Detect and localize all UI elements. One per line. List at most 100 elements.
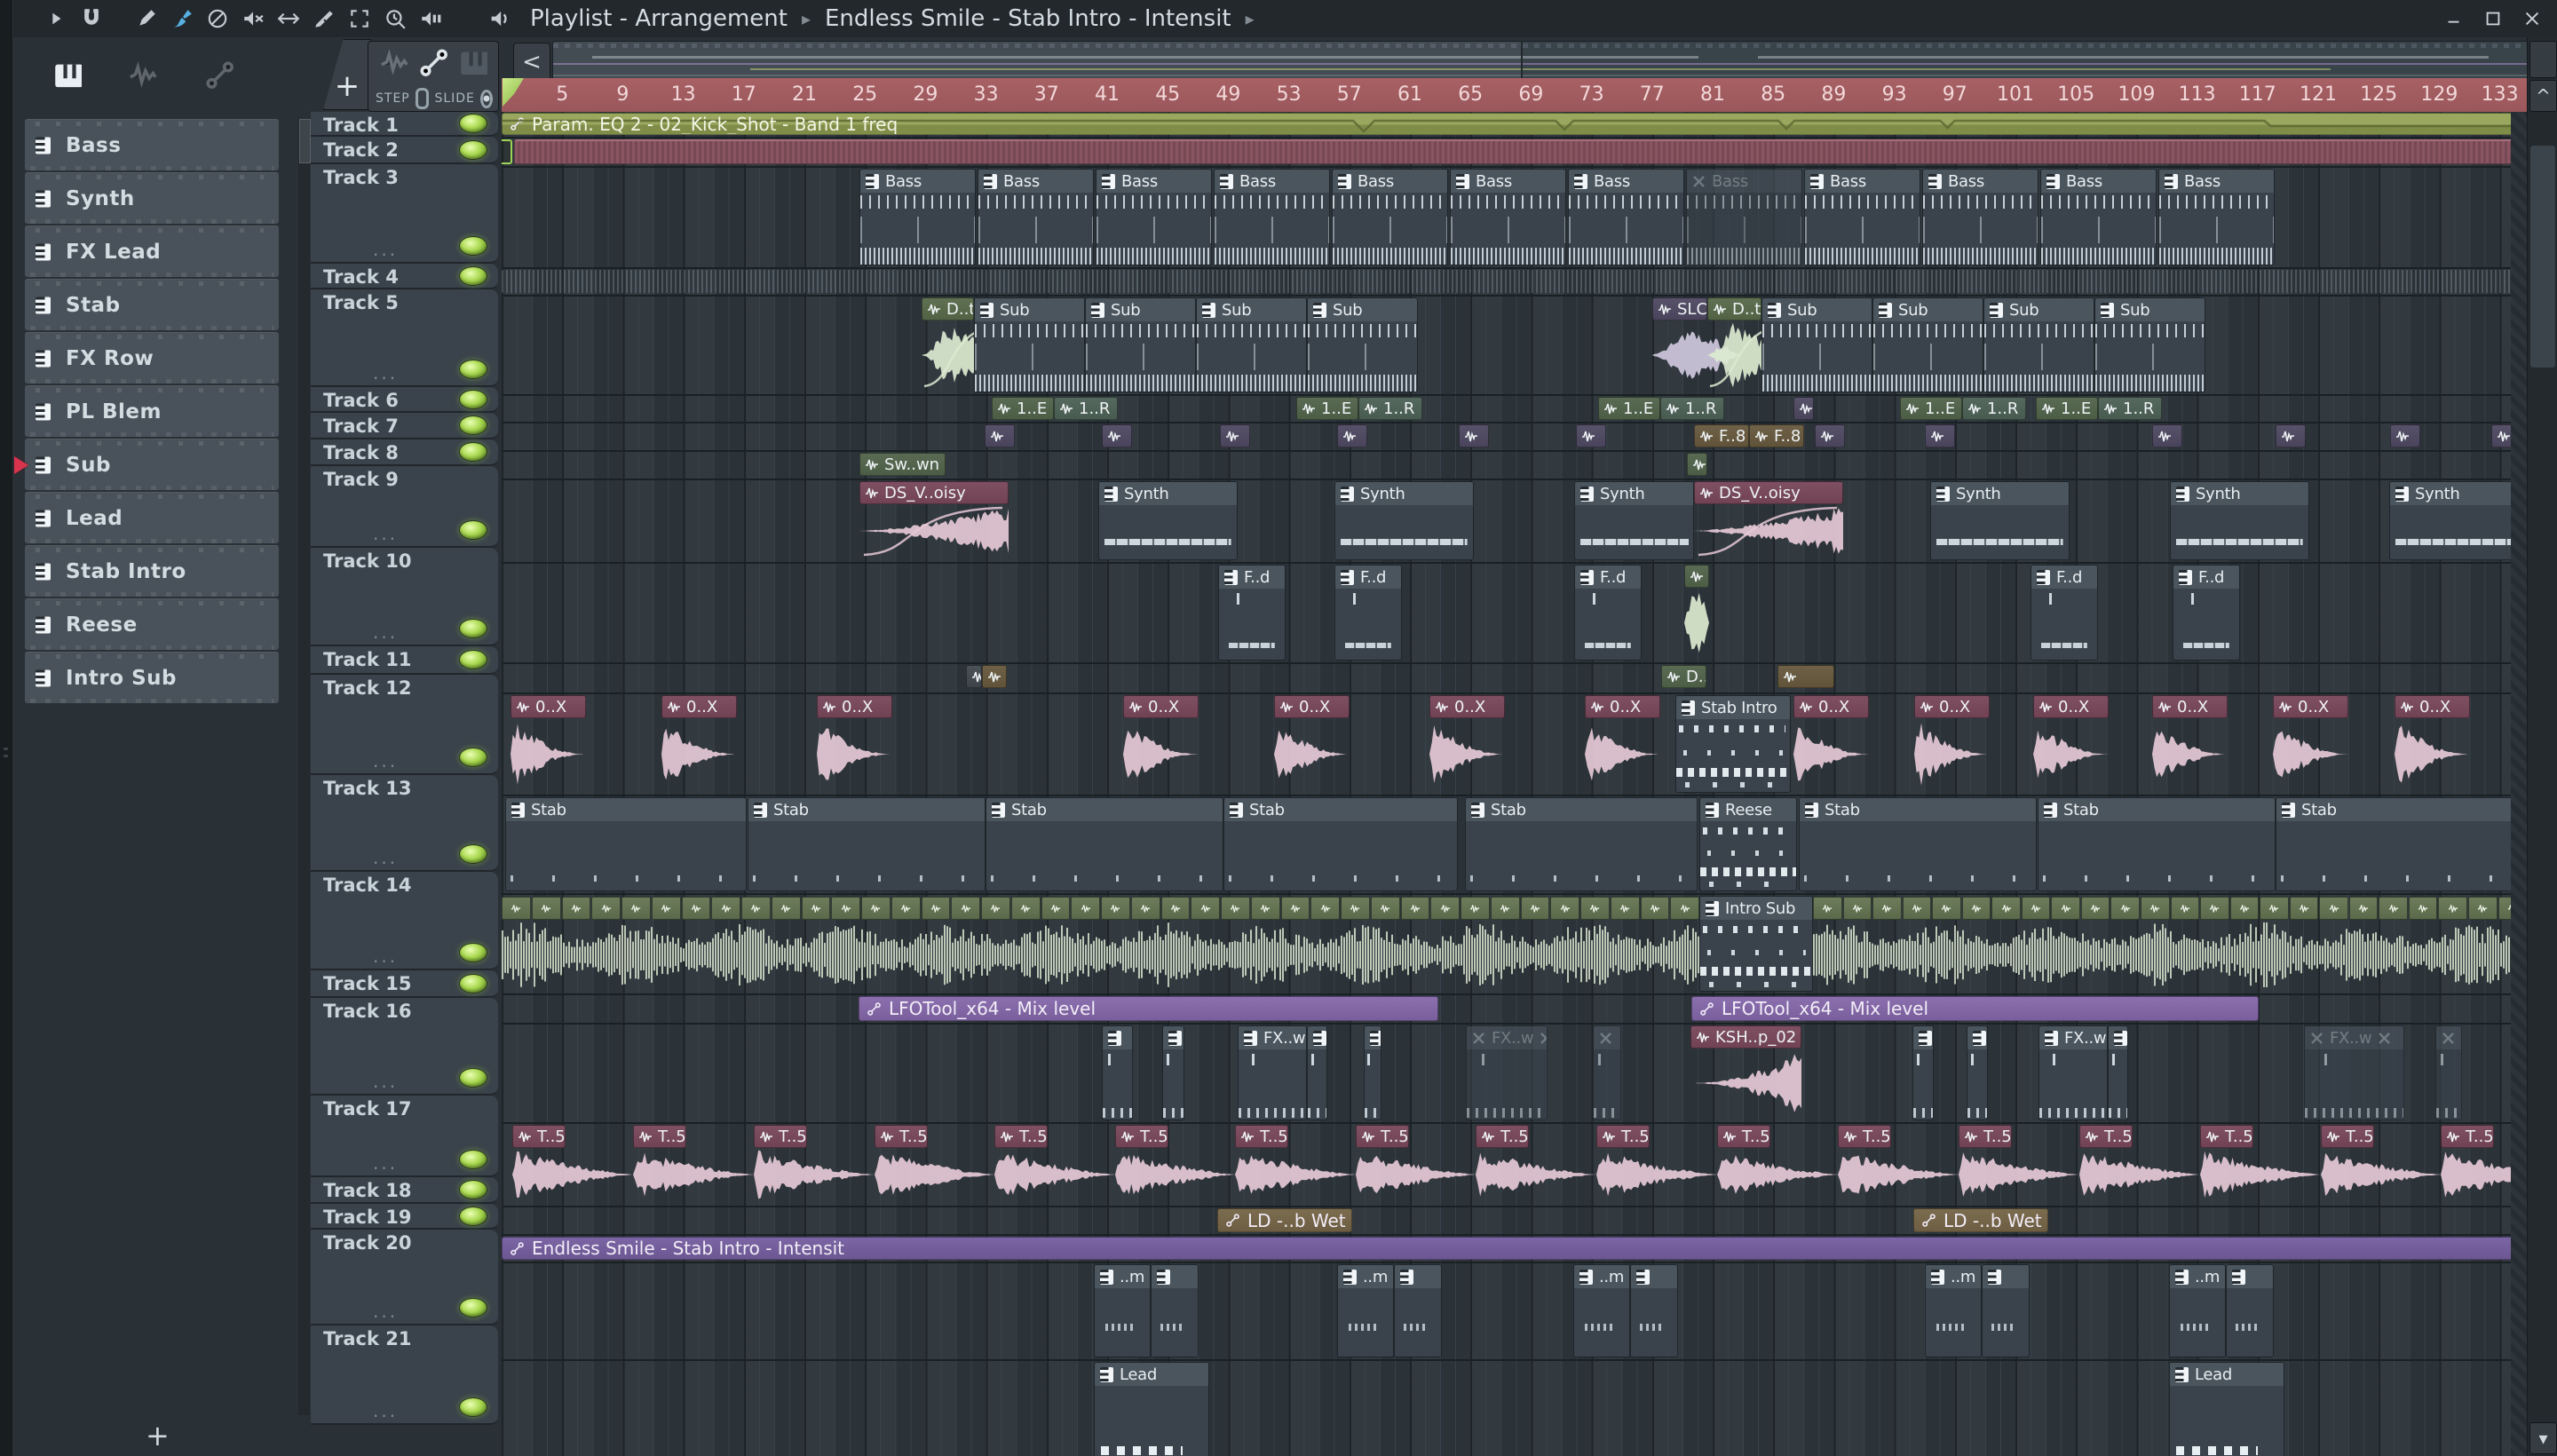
track-header-track-8[interactable]: Track 8: [311, 439, 498, 466]
track-mute-led[interactable]: [459, 265, 487, 286]
audio-cell[interactable]: [1010, 897, 1041, 920]
audio-cell[interactable]: [771, 897, 801, 920]
scroll-back-button[interactable]: <: [513, 43, 550, 82]
track-mute-led[interactable]: [459, 114, 487, 133]
clip-0-x[interactable]: 0..X: [2395, 695, 2470, 793]
vertical-scrollbar[interactable]: ^ ▾: [2527, 37, 2557, 1456]
picker-item-lead[interactable]: Lead: [25, 492, 279, 543]
audio-cell[interactable]: [1280, 897, 1310, 920]
clip-ld-b-wet[interactable]: LD -..b Wet: [1913, 1208, 2048, 1232]
clip-aud[interactable]: [1777, 665, 1834, 691]
audio-cell[interactable]: [1580, 897, 1610, 920]
clip-t-5[interactable]: T..5: [1356, 1125, 1476, 1204]
track-lane-7[interactable]: F..8 F..8: [502, 423, 2527, 452]
picker-item-fx-lead[interactable]: FX Lead: [25, 226, 279, 277]
picker-item-sub[interactable]: Sub: [14, 439, 279, 490]
track-header-track-1[interactable]: Track 1: [311, 112, 498, 137]
audio-cell[interactable]: [621, 897, 651, 920]
clip-reese[interactable]: Reese: [1699, 797, 1797, 891]
clip-lfotool-x64-mix-level[interactable]: LFOTool_x64 - Mix level: [1691, 996, 2259, 1021]
clip-aud[interactable]: [985, 424, 1015, 448]
clip-1-r[interactable]: 1..R: [1660, 397, 1724, 420]
audio-cell[interactable]: [861, 897, 891, 920]
clip-bass[interactable]: Bass: [1214, 169, 1330, 265]
track-header-track-18[interactable]: Track 18: [311, 1177, 498, 1204]
clip-d-[interactable]: D..: [1661, 665, 1706, 691]
clip-0-x[interactable]: 0..X: [1793, 695, 1869, 793]
playback-start-flag[interactable]: [503, 78, 524, 107]
clip-fx-w[interactable]: FX..w: [1238, 1025, 1307, 1120]
clip-bass[interactable]: Bass: [1332, 169, 1448, 265]
track-options-dots[interactable]: ...: [373, 239, 398, 260]
clip-bass[interactable]: Bass: [1096, 169, 1212, 265]
clip-cells[interactable]: [1813, 896, 2527, 992]
clip-ds-v-oisy[interactable]: DS_V..oisy: [859, 481, 1009, 560]
track-lane-16[interactable]: FX..w FX..w KSH..p_02 FX..w FX..w: [502, 1025, 2527, 1124]
audio-cell[interactable]: [1430, 897, 1460, 920]
clip-ksh-p-02[interactable]: KSH..p_02: [1690, 1025, 1801, 1120]
playlist-grid[interactable]: Param. EQ 2 - 02_Kick_Shot - Band 1 freq…: [502, 112, 2527, 1456]
clip-sub[interactable]: Sub: [974, 297, 1085, 392]
clip-sub[interactable]: Sub: [1872, 297, 1983, 392]
clip-bass[interactable]: Bass: [1450, 169, 1566, 265]
clip-0-x[interactable]: 0..X: [2273, 695, 2348, 793]
track-header-track-9[interactable]: Track 9 ...: [311, 466, 498, 548]
clip-bass[interactable]: Bass: [1804, 169, 1920, 265]
track-lane-13[interactable]: Stab Stab Stab Stab Stab Reese Stab Stab Stab: [502, 796, 2527, 895]
track-lane-19[interactable]: Endless Smile - Stab Intro - Intensit: [502, 1236, 2527, 1263]
track-lane-6[interactable]: 1..E 1..R 1..E 1..R 1..E 1..R 1..E 1..R 1..E 1..R: [502, 396, 2527, 423]
track-mute-led[interactable]: [459, 1397, 487, 1417]
clip-synth[interactable]: Synth: [1930, 481, 2070, 560]
clip-1-e[interactable]: 1..E: [1296, 397, 1358, 420]
clip-stripe4[interactable]: [502, 270, 2527, 293]
clip-1-r[interactable]: 1..R: [2098, 397, 2162, 420]
clip-aud[interactable]: [1684, 565, 1709, 661]
audio-cell[interactable]: [831, 897, 860, 920]
track-lane-18[interactable]: LD -..b Wet LD -..b Wet: [502, 1207, 2527, 1236]
vertical-scrollbar-thumb[interactable]: [2530, 146, 2555, 368]
audio-cell[interactable]: [2229, 897, 2260, 920]
audio-cell[interactable]: [2200, 897, 2229, 920]
clip-aud[interactable]: [1925, 424, 1955, 448]
audio-cell[interactable]: [2408, 897, 2438, 920]
track-mute-led[interactable]: [459, 389, 487, 409]
audio-cell[interactable]: [2438, 897, 2468, 920]
clip-m[interactable]: ..m: [1925, 1264, 1982, 1357]
clip-f-d[interactable]: F..d: [2031, 565, 2098, 661]
picker-item-stab-intro[interactable]: Stab Intro: [25, 545, 279, 597]
audio-cell[interactable]: [2141, 897, 2170, 920]
picker-add-button[interactable]: +: [146, 1419, 170, 1452]
track-lane-15[interactable]: LFOTool_x64 - Mix level LFOTool_x64 - Mix…: [502, 995, 2527, 1025]
clip-aud[interactable]: [1102, 424, 1132, 448]
track-mute-led[interactable]: [459, 360, 487, 379]
track-options-dots[interactable]: ...: [373, 847, 398, 868]
audio-cell[interactable]: [921, 897, 951, 920]
track-mute-led[interactable]: [459, 844, 487, 864]
track-mute-led[interactable]: [459, 442, 487, 462]
audio-cell[interactable]: [1961, 897, 1991, 920]
track-options-dots[interactable]: ...: [373, 1301, 398, 1322]
audio-cell[interactable]: [1250, 897, 1280, 920]
audio-cell[interactable]: [2170, 897, 2200, 920]
audio-cell[interactable]: [2051, 897, 2080, 920]
audio-cell[interactable]: [2348, 897, 2379, 920]
clip-t-5[interactable]: T..5: [1115, 1125, 1236, 1204]
clip-f-d[interactable]: F..d: [2173, 565, 2240, 661]
audio-cell[interactable]: [1310, 897, 1340, 920]
clip-aud[interactable]: [966, 665, 982, 691]
track-lane-12[interactable]: 0..X 0..X 0..X 0..X 0..X 0..X 0..X Stab Intro 0.…: [502, 694, 2527, 796]
clip-patm[interactable]: [1593, 1025, 1621, 1120]
clip-f-d[interactable]: F..d: [1574, 565, 1642, 661]
track-lane-1[interactable]: Param. EQ 2 - 02_Kick_Shot - Band 1 freq: [502, 112, 2527, 138]
track-header-track-11[interactable]: Track 11: [311, 646, 498, 675]
track-header-track-4[interactable]: Track 4: [311, 264, 498, 289]
track-mute-led[interactable]: [459, 619, 487, 638]
track-options-dots[interactable]: ...: [373, 621, 398, 643]
track-mute-led[interactable]: [459, 1298, 487, 1318]
play-cursor-icon[interactable]: [38, 4, 74, 34]
picker-scrollbar-thumb[interactable]: [299, 119, 311, 163]
track-lane-8[interactable]: Sw..wn: [502, 452, 2527, 480]
clip-aud[interactable]: [1459, 424, 1489, 448]
track-lane-5[interactable]: D..t Sub Sub Sub Sub SLC..PM D..t Sub Sub Sub Sub: [502, 297, 2527, 396]
track-lane-10[interactable]: F..d F..d F..d F..d F..d: [502, 564, 2527, 664]
